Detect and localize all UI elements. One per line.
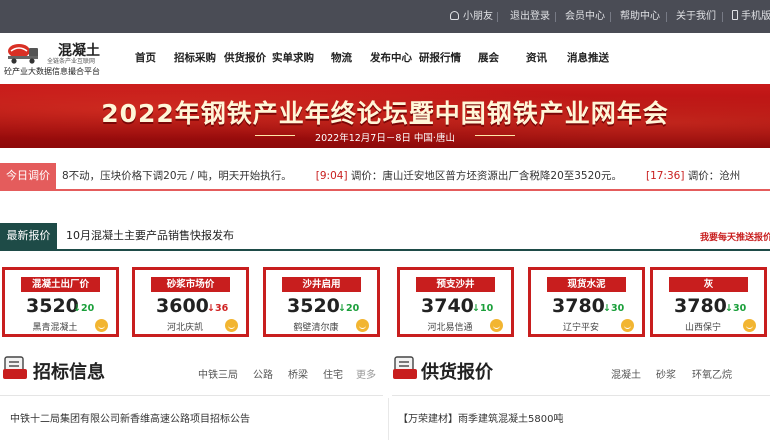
divider [666, 12, 667, 22]
tender-list-item[interactable]: 中铁十二局集团有限公司新香维高速公路项目招标公告 [10, 410, 250, 425]
today-price-label: 今日调价 [0, 163, 56, 189]
price-card[interactable]: 沙井启用 3520 ↓20 鹤壁清尔康 [263, 267, 380, 337]
card-title: 砂浆市场价 [151, 277, 230, 292]
tender-more-link[interactable]: 更多 [356, 366, 376, 381]
card-value: 3520 [26, 295, 79, 317]
nav-messages[interactable]: 消息推送 [567, 49, 609, 67]
supply-divider [392, 395, 770, 396]
banner-title: 2022年钢铁产业年终论坛暨中国钢铁产业网年会 [101, 99, 669, 128]
tender-tab[interactable]: 住宅 [323, 366, 343, 381]
smile-icon [95, 319, 108, 332]
mobile-link[interactable]: 手机版 [732, 0, 770, 33]
card-value: 3780 [674, 295, 727, 317]
card-company: 河北易信通 [427, 323, 473, 333]
supply-section-title: 供货报价 [421, 362, 493, 383]
nav-expo[interactable]: 展会 [478, 49, 499, 67]
card-change: ↓36 [207, 303, 229, 314]
card-value: 3740 [421, 295, 474, 317]
card-value: 3520 [287, 295, 340, 317]
ticker-time: [17:36] [645, 170, 685, 182]
card-title: 预支沙井 [416, 277, 495, 292]
price-ticker[interactable]: 8不动，压块价格下调20元 / 吨，明天开始执行。 [9:04] 调价：唐山迁安地… [62, 163, 740, 189]
mobile-label: 手机版 [741, 11, 770, 22]
phone-icon [732, 10, 738, 20]
ticker-text: 调价：沧州 [684, 170, 741, 182]
card-title: 灰 [669, 277, 748, 292]
ticker-lead: 8不动，压块价格下调20元 / 吨，明天开始执行。 [62, 170, 292, 182]
card-company: 鹤壁清尔康 [293, 323, 339, 333]
price-card[interactable]: 灰 3780 ↓30 山西保宁 [650, 267, 767, 337]
card-change: ↓30 [725, 303, 747, 314]
latest-headline[interactable]: 10月混凝土主要产品销售快报发布 [66, 223, 234, 249]
column-divider [388, 398, 389, 440]
price-card[interactable]: 混凝土出厂价 3520 ↓20 黑青混凝土 [2, 267, 119, 337]
card-company: 山西保宁 [684, 323, 721, 333]
tender-tab[interactable]: 公路 [253, 366, 273, 381]
card-value: 3600 [156, 295, 209, 317]
card-title: 沙井启用 [282, 277, 361, 292]
help-center-link[interactable]: 帮助中心 [620, 0, 660, 33]
site-logo-subtitle: 全链条产业互联网 [47, 58, 96, 65]
nav-purchase[interactable]: 实单求购 [272, 49, 314, 67]
tender-section-title: 招标信息 [33, 362, 105, 383]
divider [722, 12, 723, 22]
tender-tab[interactable]: 中铁三局 [198, 366, 238, 381]
nav-supply[interactable]: 供货报价 [224, 49, 266, 67]
nav-news[interactable]: 资讯 [526, 49, 547, 67]
price-card[interactable]: 预支沙井 3740 ↓10 河北易信通 [397, 267, 514, 337]
divider [555, 12, 556, 22]
nav-publish[interactable]: 发布中心 [370, 49, 412, 67]
ticker-time: [9:04] [315, 170, 348, 182]
smile-icon [225, 319, 238, 332]
tender-tab[interactable]: 桥梁 [288, 366, 308, 381]
latest-price-label: 最新报价 [0, 223, 57, 249]
event-banner[interactable]: 2022年钢铁产业年终论坛暨中国钢铁产业网年会 2022年12月7日－8日 中国… [0, 84, 770, 148]
divider [610, 12, 611, 22]
document-icon [3, 356, 27, 379]
site-slogan: 砼产业大数据信息撮合平台 [4, 67, 100, 76]
card-value: 3780 [552, 295, 605, 317]
supply-tab[interactable]: 砂浆 [656, 366, 676, 381]
nav-logistics[interactable]: 物流 [331, 49, 352, 67]
smile-icon [356, 319, 369, 332]
card-change: ↓20 [338, 303, 360, 314]
subscribe-price-link[interactable]: 我要每天推送报价 [700, 230, 770, 243]
banner-date: 2022年12月7日－8日 中国·唐山 [315, 133, 455, 144]
nav-tender[interactable]: 招标采购 [174, 49, 216, 67]
supply-tab[interactable]: 混凝土 [611, 366, 641, 381]
card-change: ↓10 [472, 303, 494, 314]
nav-research[interactable]: 研报行情 [419, 49, 461, 67]
latest-divider [0, 249, 770, 251]
card-company: 黑青混凝土 [32, 323, 78, 333]
supply-tab[interactable]: 环氧乙烷 [692, 366, 732, 381]
today-divider [0, 189, 770, 191]
supply-list-item[interactable]: 【万荣建材】雨季建筑混凝土5800吨 [398, 410, 563, 425]
price-card[interactable]: 现货水泥 3780 ↓30 辽宁平安 [528, 267, 645, 337]
card-title: 混凝土出厂价 [21, 277, 100, 292]
user-name: 小朋友 [463, 11, 493, 22]
truck-logo-icon[interactable] [6, 42, 40, 64]
user-icon [450, 11, 459, 20]
divider [497, 12, 498, 22]
member-center-link[interactable]: 会员中心 [565, 0, 605, 33]
card-company: 河北庆凯 [166, 323, 203, 333]
price-card[interactable]: 砂浆市场价 3600 ↓36 河北庆凯 [132, 267, 249, 337]
smile-icon [743, 319, 756, 332]
top-bar: 小朋友 退出登录 会员中心 帮助中心 关于我们 手机版 [0, 0, 770, 33]
logout-link[interactable]: 退出登录 [510, 0, 550, 33]
card-company: 辽宁平安 [562, 323, 599, 333]
card-change: ↓20 [73, 303, 95, 314]
tender-divider [0, 395, 383, 396]
document-icon [393, 356, 417, 379]
nav-home[interactable]: 首页 [135, 49, 156, 67]
smile-icon [621, 319, 634, 332]
card-change: ↓30 [603, 303, 625, 314]
about-link[interactable]: 关于我们 [676, 0, 716, 33]
card-title: 现货水泥 [547, 277, 626, 292]
ticker-text: 调价：唐山迁安地区普方坯资源出厂含税降20至3520元。 [347, 170, 622, 182]
smile-icon [490, 319, 503, 332]
user-link[interactable]: 小朋友 [450, 0, 493, 33]
